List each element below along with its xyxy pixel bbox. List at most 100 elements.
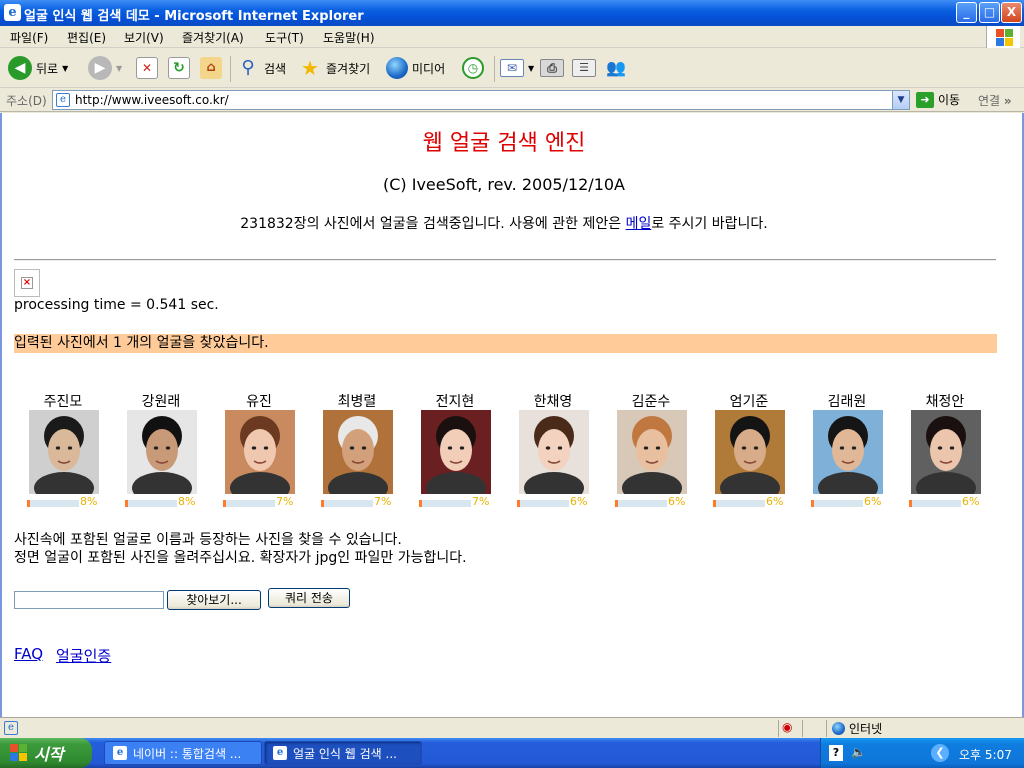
face-photo[interactable] [323, 410, 393, 494]
history-button[interactable]: ◷ [462, 54, 484, 82]
face-name: 김래원 [827, 394, 867, 410]
score-percent: 6% [864, 495, 882, 508]
status-divider [826, 720, 827, 737]
favorites-button[interactable]: ★ 즐겨찾기 [298, 54, 370, 82]
browse-button[interactable]: 찾아보기... [167, 590, 261, 610]
face-photo[interactable] [29, 410, 99, 494]
menu-view[interactable]: 보기(V) [124, 29, 164, 46]
stop-icon: ✕ [136, 57, 158, 79]
forward-button[interactable]: ▶ ▼ [88, 54, 122, 82]
face-photo[interactable] [715, 410, 785, 494]
processing-time: processing time = 0.541 sec. [14, 297, 219, 313]
menu-favorites[interactable]: 즐겨찾기(A) [182, 29, 244, 46]
page-content: 웹 얼굴 검색 엔진 (C) IveeSoft, rev. 2005/12/10… [0, 113, 1024, 717]
submit-query-button[interactable]: 쿼리 전송 [268, 588, 350, 608]
go-button[interactable]: ➜ 이동 [916, 91, 960, 108]
forward-dropdown-icon: ▼ [116, 63, 123, 73]
menu-help[interactable]: 도움말(H) [323, 29, 375, 46]
mail-button[interactable]: ✉ ▼ [500, 54, 534, 82]
close-button[interactable]: X [1001, 2, 1022, 23]
clock: 오후 5:07 [959, 748, 1012, 762]
score-bar [713, 500, 765, 507]
address-input[interactable]: e http://www.iveesoft.co.kr/ ▼ [52, 90, 910, 110]
back-dropdown-icon: ▼ [62, 63, 69, 73]
score-bar [615, 500, 667, 507]
face-photo[interactable] [421, 410, 491, 494]
search-button[interactable]: ⚲ 검색 [236, 54, 286, 82]
face-photo[interactable] [813, 410, 883, 494]
start-label: 시작 [34, 745, 64, 764]
home-button[interactable]: ⌂ [200, 54, 222, 82]
score-percent: 6% [962, 495, 980, 508]
score-percent: 8% [178, 495, 196, 508]
menu-tools[interactable]: 도구(T) [265, 29, 304, 46]
page-title: 웹 얼굴 검색 엔진 [422, 131, 586, 156]
faq-link[interactable]: FAQ [14, 645, 43, 663]
toolbar: ◀ 뒤로 ▼ ▶ ▼ ✕ ↻ ⌂ ⚲ 검색 ★ 즐겨찾기 미디어 ◷ ✉ ▼ ⎙… [0, 48, 1024, 88]
face-photo[interactable] [127, 410, 197, 494]
face-photo[interactable] [519, 410, 589, 494]
face-name: 주진모 [43, 394, 83, 410]
score-bar [517, 500, 569, 507]
score-percent: 8% [80, 495, 98, 508]
score-bar [125, 500, 177, 507]
links-button[interactable]: 연결 » [978, 92, 1012, 109]
face-photo[interactable] [225, 410, 295, 494]
printer-icon: ⎙ [540, 59, 564, 77]
windows-flag-icon [10, 744, 28, 762]
home-icon: ⌂ [200, 57, 222, 79]
score-percent: 7% [472, 495, 490, 508]
mail-dropdown-icon: ▼ [528, 63, 535, 73]
page-icon: e [56, 93, 70, 107]
maximize-button[interactable]: □ [979, 2, 1000, 23]
score-bar [419, 500, 471, 507]
description: 사진속에 포함된 얼굴로 이름과 등장하는 사진을 찾을 수 있습니다. 정면 … [14, 531, 467, 567]
ie-task-icon: e [113, 746, 127, 760]
stop-button[interactable]: ✕ [136, 54, 158, 82]
broken-image: × [14, 269, 40, 297]
menu-edit[interactable]: 편집(E) [67, 29, 106, 46]
title-bar[interactable]: e 얼굴 인식 웹 검색 데모 - Microsoft Internet Exp… [0, 0, 1024, 26]
score-bar [223, 500, 275, 507]
search-label: 검색 [264, 61, 287, 76]
speaker-icon[interactable]: 🔈 [851, 745, 866, 759]
edit-button[interactable]: ☰ [572, 54, 596, 82]
print-button[interactable]: ⎙ [540, 54, 564, 82]
refresh-button[interactable]: ↻ [168, 54, 190, 82]
back-button[interactable]: ◀ 뒤로 ▼ [8, 54, 68, 82]
taskbar-item-naver[interactable]: e 네이버 :: 통합검색 ... [104, 741, 262, 765]
file-path-input[interactable] [14, 591, 164, 609]
face-auth-link[interactable]: 얼굴인증 [56, 645, 111, 666]
menu-file[interactable]: 파일(F) [10, 29, 48, 46]
page-subtitle: (C) IveeSoft, rev. 2005/12/10A [383, 175, 625, 194]
score-percent: 6% [570, 495, 588, 508]
media-globe-icon [386, 57, 408, 79]
score-percent: 7% [276, 495, 294, 508]
face-photo[interactable] [617, 410, 687, 494]
go-arrow-icon: ➜ [916, 91, 934, 108]
messenger-button[interactable]: 👥 [604, 54, 628, 82]
face-name: 채정안 [925, 394, 965, 410]
windows-logo-icon [986, 26, 1020, 48]
toolbar-separator [230, 56, 231, 82]
description-line-2: 정면 얼굴이 포함된 사진을 올려주십시요. 확장자가 jpg인 파일만 가능합… [14, 550, 467, 566]
media-button[interactable]: 미디어 [386, 54, 445, 82]
taskbar-item-label: 네이버 :: 통합검색 ... [133, 746, 242, 761]
start-button[interactable]: 시작 [0, 738, 92, 768]
status-page-icon: e [4, 721, 18, 735]
help-icon[interactable]: ? [829, 745, 843, 761]
minimize-button[interactable]: _ [956, 2, 977, 23]
face-photo[interactable] [911, 410, 981, 494]
ie-task-icon: e [273, 746, 287, 760]
window-title: 얼굴 인식 웹 검색 데모 - Microsoft Internet Explo… [24, 9, 364, 24]
tray-expand-icon[interactable]: ❮ [931, 744, 949, 762]
privacy-icon[interactable]: ◉ [782, 720, 792, 734]
links-more-icon: » [1003, 94, 1012, 108]
taskbar-item-face-search[interactable]: e 얼굴 인식 웹 검색 ... [264, 741, 422, 765]
address-dropdown-icon[interactable]: ▼ [892, 91, 909, 109]
mail-link[interactable]: 메일 [626, 216, 652, 232]
ie-window: e 얼굴 인식 웹 검색 데모 - Microsoft Internet Exp… [0, 0, 1024, 768]
search-icon: ⚲ [241, 57, 255, 78]
face-name: 한채영 [533, 394, 573, 410]
score-bar [811, 500, 863, 507]
